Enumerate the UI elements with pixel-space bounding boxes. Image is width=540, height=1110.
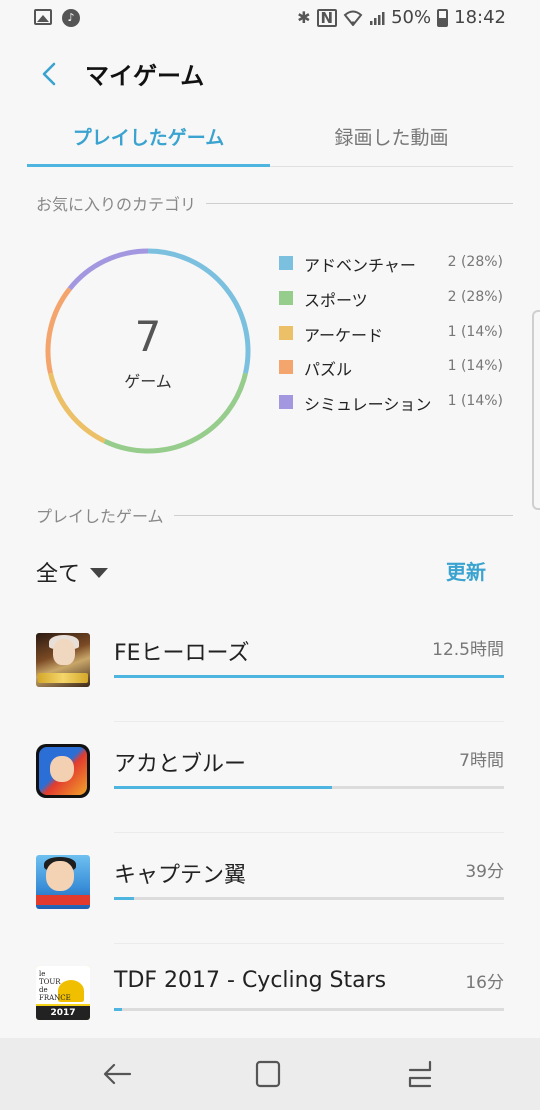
legend-category-name: アーケード xyxy=(304,325,384,345)
nav-recent-apps-icon[interactable] xyxy=(402,1058,438,1090)
legend-item: パズル 1 (14%) xyxy=(279,356,509,391)
play-time-bar xyxy=(114,897,504,900)
legend-category-value: 1 (14%) xyxy=(447,358,503,375)
tdf-icon-year-text: 2017 GAME xyxy=(36,1006,90,1020)
clock: 18:42 xyxy=(454,7,506,28)
bluetooth-icon: ✱ xyxy=(297,8,311,27)
total-games-label: ゲーム xyxy=(124,372,172,391)
tdf-icon-logo-text: le TOUR de FRANCE xyxy=(39,970,71,1002)
page-title: マイゲーム xyxy=(85,62,205,90)
legend-swatch xyxy=(279,290,293,305)
caret-down-icon xyxy=(90,568,109,578)
section-divider xyxy=(206,202,513,204)
legend-category-value: 1 (14%) xyxy=(447,393,503,410)
game-title: アカとブルー xyxy=(114,752,247,777)
image-icon xyxy=(34,9,52,25)
favorites-section-title: お気に入りのカテゴリ xyxy=(36,195,197,214)
played-section-title: プレイしたゲーム xyxy=(36,507,164,526)
aka-to-blue-app-icon xyxy=(36,744,90,798)
legend-category-value: 2 (28%) xyxy=(447,254,503,270)
play-time-bar-fill xyxy=(114,1008,122,1011)
tab-played-games[interactable]: プレイしたゲーム xyxy=(27,115,270,167)
legend-category-name: アドベンチャー xyxy=(304,256,416,275)
app-header: マイゲーム xyxy=(0,52,540,96)
game-list-item[interactable]: FEヒーローズ 12.5時間 xyxy=(0,611,540,722)
favorites-section-header: お気に入りのカテゴリ xyxy=(36,191,513,215)
game-title: TDF 2017 - Cycling Stars xyxy=(114,968,387,993)
nav-home-icon[interactable] xyxy=(250,1058,286,1090)
game-list-item[interactable]: アカとブルー 7時間 xyxy=(0,722,540,833)
fe-heroes-app-icon xyxy=(36,633,90,687)
game-play-time: 7時間 xyxy=(459,751,504,771)
game-title: キャプテン翼 xyxy=(114,863,247,888)
filter-dropdown[interactable]: 全て xyxy=(36,556,109,588)
tab-recorded-videos[interactable]: 録画した動画 xyxy=(270,115,513,167)
back-arrow-icon[interactable] xyxy=(32,56,68,92)
wifi-icon xyxy=(343,10,363,26)
legend-swatch xyxy=(279,256,293,270)
legend-category-value: 2 (28%) xyxy=(447,288,503,305)
legend-category-name: パズル xyxy=(304,360,353,380)
legend-swatch xyxy=(279,360,293,375)
refresh-button[interactable]: 更新 xyxy=(446,556,486,585)
captain-tsubasa-app-icon xyxy=(36,855,90,909)
play-time-bar xyxy=(114,786,504,789)
music-icon: ♪ xyxy=(62,9,80,27)
legend-item: アドベンチャー 2 (28%) xyxy=(279,252,509,287)
game-list-item[interactable]: キャプテン翼 39分 xyxy=(0,833,540,944)
battery-percent: 50% xyxy=(391,7,432,28)
tdf-cycling-stars-app-icon: le TOUR de FRANCE 2017 GAME xyxy=(36,966,90,1020)
nav-back-icon[interactable] xyxy=(100,1058,136,1090)
edge-panel-handle[interactable] xyxy=(532,310,540,510)
legend-item: スポーツ 2 (28%) xyxy=(279,287,509,322)
total-games-count: 7 xyxy=(134,312,162,361)
play-time-bar-fill xyxy=(114,897,134,900)
navigation-bar xyxy=(0,1038,540,1110)
legend-swatch xyxy=(279,325,293,340)
status-bar: ♪ ✱ N 50% 18:42 xyxy=(0,0,540,36)
donut-segment xyxy=(67,248,149,291)
legend-category-value: 1 (14%) xyxy=(447,323,503,340)
legend-item: アーケード 1 (14%) xyxy=(279,322,509,357)
nfc-icon: N xyxy=(316,8,338,27)
play-time-bar-fill xyxy=(114,786,333,789)
play-time-bar-fill xyxy=(114,675,504,678)
game-title: FEヒーローズ xyxy=(114,641,250,666)
legend-item: シミュレーション 1 (14%) xyxy=(279,391,509,426)
tab-bar: プレイしたゲーム 録画した動画 xyxy=(27,115,513,167)
legend-category-name: スポーツ xyxy=(304,290,368,310)
play-time-bar xyxy=(114,1008,504,1011)
game-play-time: 39分 xyxy=(465,862,504,882)
legend-swatch xyxy=(279,395,293,410)
game-play-time: 12.5時間 xyxy=(432,640,504,660)
filter-label: 全て xyxy=(36,562,81,587)
signal-icon xyxy=(370,11,385,25)
legend-category-name: シミュレーション xyxy=(304,395,432,415)
played-section-header: プレイしたゲーム xyxy=(36,503,513,527)
category-legend: アドベンチャー 2 (28%) スポーツ 2 (28%) アーケード 1 (14… xyxy=(279,252,509,426)
battery-icon xyxy=(437,8,449,27)
play-time-bar xyxy=(114,675,504,678)
section-divider xyxy=(173,514,513,516)
game-play-time: 16分 xyxy=(465,973,504,993)
